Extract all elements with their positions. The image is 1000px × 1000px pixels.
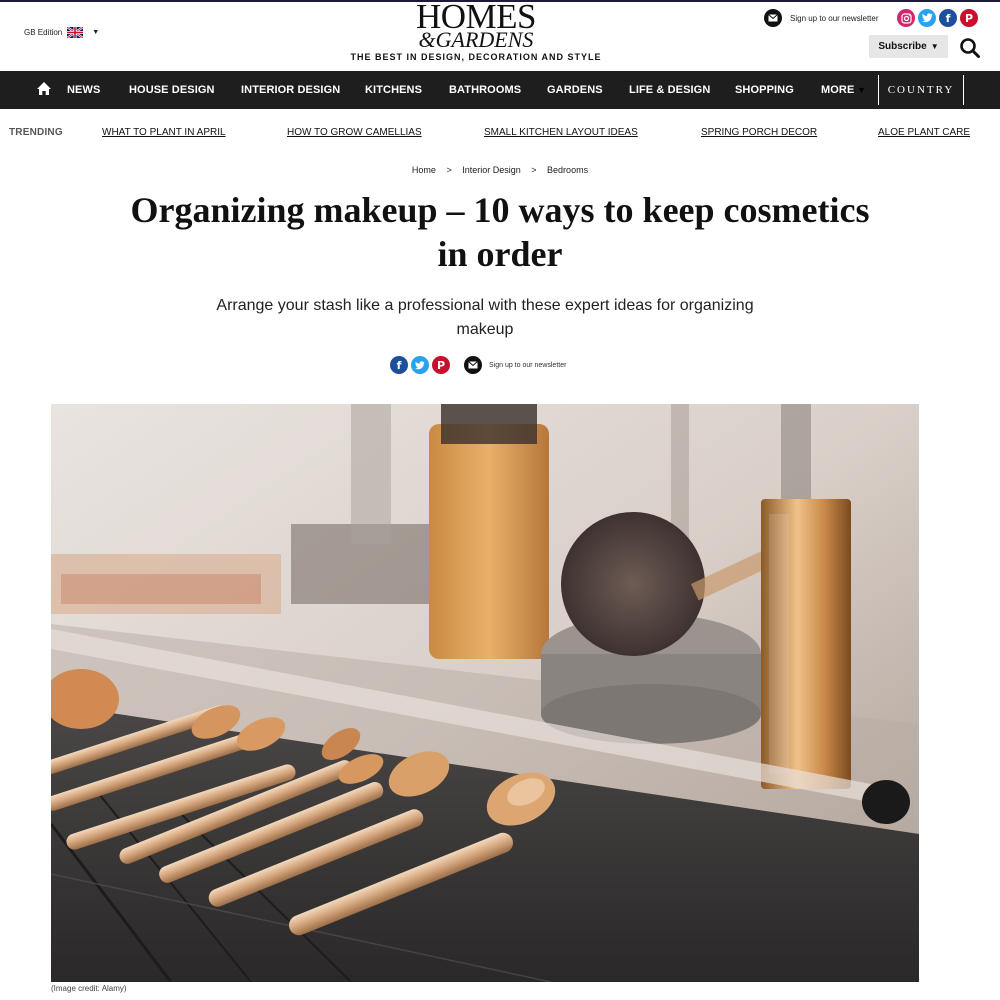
site-logo[interactable]: HOMES &GARDENS	[340, 0, 612, 52]
breadcrumb-separator: >	[531, 165, 537, 175]
chevron-down-icon: ▼	[930, 42, 939, 51]
trending-link[interactable]: SMALL KITCHEN LAYOUT IDEAS	[484, 127, 638, 138]
nav-item-life-design[interactable]: LIFE & DESIGN	[629, 71, 710, 109]
article-title: Organizing makeup – 10 ways to keep cosm…	[130, 190, 870, 274]
subscribe-button[interactable]: Subscribe ▼	[869, 35, 948, 58]
nav-item-house-design[interactable]: HOUSE DESIGN	[129, 71, 215, 109]
logo-sub-text: &GARDENS	[418, 27, 534, 52]
trending-link[interactable]: WHAT TO PLANT IN APRIL	[102, 127, 226, 138]
nav-item-shopping[interactable]: SHOPPING	[735, 71, 794, 109]
article-subtitle: Arrange your stash like a professional w…	[216, 297, 754, 338]
home-icon[interactable]	[36, 81, 52, 97]
share-newsletter-link[interactable]: Sign up to our newsletter	[464, 356, 566, 374]
nav-item-bathrooms[interactable]: BATHROOMS	[449, 71, 521, 109]
trending-link[interactable]: HOW TO GROW CAMELLIAS	[287, 127, 422, 138]
trending-label: TRENDING	[9, 127, 63, 138]
envelope-icon	[764, 9, 782, 27]
nav-item-gardens[interactable]: GARDENS	[547, 71, 603, 109]
chevron-down-icon: ▼	[92, 29, 100, 36]
image-credit: (Image credit: Alamy)	[51, 984, 127, 993]
nav-item-kitchens[interactable]: KITCHENS	[365, 71, 422, 109]
trending-link[interactable]: ALOE PLANT CARE	[878, 127, 970, 138]
breadcrumb-home[interactable]: Home	[412, 165, 436, 175]
makeup-brushes-photo	[51, 404, 919, 982]
instagram-icon[interactable]	[897, 9, 915, 27]
breadcrumb: Home > Interior Design > Bedrooms	[0, 165, 1000, 175]
site-tagline: THE BEST IN DESIGN, DECORATION AND STYLE	[350, 52, 602, 62]
social-links: f P	[897, 9, 978, 27]
search-icon[interactable]	[959, 37, 981, 59]
subscribe-label: Subscribe	[878, 41, 927, 52]
main-navigation: NEWS HOUSE DESIGN INTERIOR DESIGN KITCHE…	[0, 71, 1000, 109]
nav-item-interior-design[interactable]: INTERIOR DESIGN	[241, 71, 340, 109]
edition-selector[interactable]: GB Edition ▼	[24, 27, 99, 38]
uk-flag-icon	[67, 27, 84, 38]
facebook-icon[interactable]: f	[939, 9, 957, 27]
facebook-share-icon[interactable]: f	[390, 356, 408, 374]
newsletter-signup-link[interactable]: Sign up to our newsletter	[764, 9, 879, 27]
share-buttons: f P	[390, 356, 450, 374]
country-section-link[interactable]: COUNTRY	[878, 75, 964, 105]
twitter-share-icon[interactable]	[411, 356, 429, 374]
breadcrumb-separator: >	[446, 165, 452, 175]
nav-item-news[interactable]: NEWS	[67, 71, 100, 109]
newsletter-label: Sign up to our newsletter	[790, 13, 879, 23]
trending-link[interactable]: SPRING PORCH DECOR	[701, 127, 817, 138]
breadcrumb-interior-design[interactable]: Interior Design	[462, 165, 521, 175]
pinterest-share-icon[interactable]: P	[432, 356, 450, 374]
nav-item-more[interactable]: MORE	[821, 71, 854, 109]
pinterest-icon[interactable]: P	[960, 9, 978, 27]
breadcrumb-bedrooms[interactable]: Bedrooms	[547, 165, 588, 175]
envelope-icon	[464, 356, 482, 374]
twitter-icon[interactable]	[918, 9, 936, 27]
edition-label: GB Edition	[24, 28, 63, 37]
hero-image	[51, 404, 919, 982]
chevron-down-icon: ▼	[857, 85, 866, 95]
share-newsletter-label: Sign up to our newsletter	[489, 361, 567, 369]
